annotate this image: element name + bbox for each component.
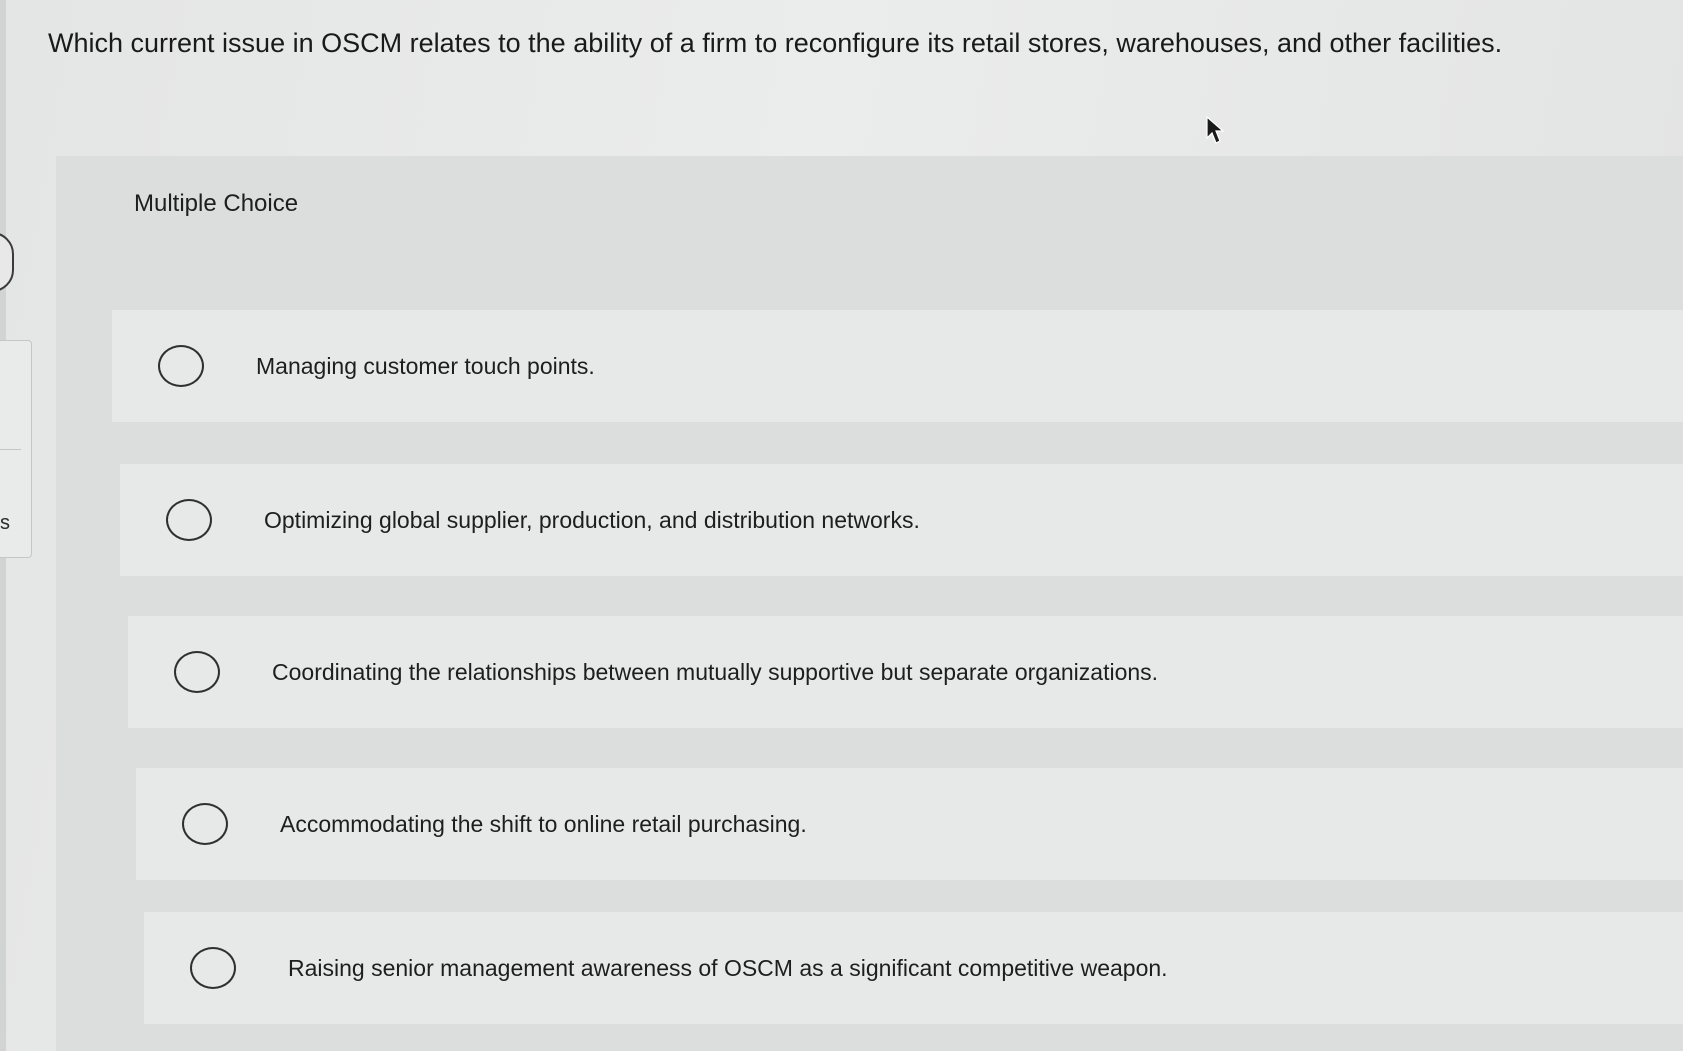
answer-option-label: Raising senior management awareness of O… bbox=[288, 954, 1168, 981]
answer-option[interactable]: Coordinating the relationships between m… bbox=[128, 616, 1683, 728]
answer-option[interactable]: Managing customer touch points. bbox=[112, 310, 1683, 422]
answer-option-label: Accommodating the shift to online retail… bbox=[280, 810, 807, 837]
panel-divider bbox=[0, 449, 21, 450]
arrow-cursor-icon bbox=[1206, 116, 1225, 144]
answer-option[interactable]: Accommodating the shift to online retail… bbox=[136, 768, 1683, 880]
multiple-choice-label: Multiple Choice bbox=[134, 190, 299, 217]
radio-unchecked-icon[interactable] bbox=[182, 803, 228, 845]
radio-unchecked-icon[interactable] bbox=[158, 345, 204, 387]
radio-unchecked-icon[interactable] bbox=[190, 947, 236, 989]
answer-option[interactable]: Raising senior management awareness of O… bbox=[144, 912, 1683, 1024]
answer-option-label: Managing customer touch points. bbox=[256, 352, 595, 379]
answer-option-label: Optimizing global supplier, production, … bbox=[264, 506, 920, 533]
question-text: Which current issue in OSCM relates to t… bbox=[48, 28, 1503, 58]
answer-option[interactable]: Optimizing global supplier, production, … bbox=[120, 464, 1683, 576]
radio-unchecked-icon[interactable] bbox=[174, 651, 220, 693]
sidebar-toggle-tab[interactable] bbox=[0, 232, 14, 292]
answer-option-label: Coordinating the relationships between m… bbox=[272, 658, 1159, 685]
radio-unchecked-icon[interactable] bbox=[166, 499, 212, 541]
left-panel-letter: s bbox=[0, 512, 10, 534]
